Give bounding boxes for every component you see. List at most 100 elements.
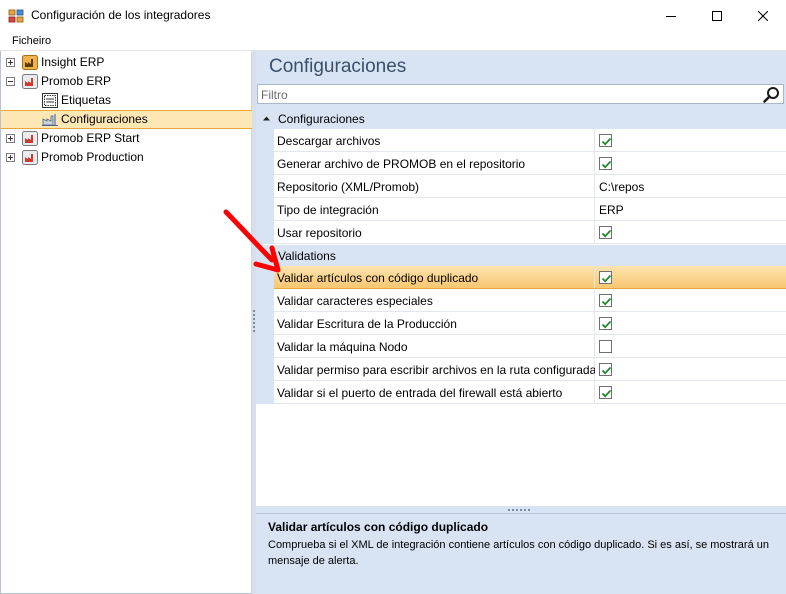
category-header[interactable]: Configuraciones	[256, 108, 786, 129]
tree-item-insight-erp[interactable]: Insight ERP	[1, 53, 252, 72]
annotation-arrow-icon	[223, 209, 281, 273]
app-icon	[8, 9, 24, 23]
title-bar: Configuración de los integradores	[0, 0, 786, 31]
label-sheet-icon	[42, 93, 58, 108]
property-value[interactable]: C:\repos	[595, 175, 786, 198]
category-header[interactable]: Validations	[256, 245, 786, 266]
property-name[interactable]: Validar permiso para escribir archivos e…	[274, 358, 597, 381]
configuration-panel: Configuraciones Configuraciones Descarga…	[256, 51, 786, 594]
property-value[interactable]	[595, 381, 786, 404]
expand-icon[interactable]	[6, 134, 15, 143]
checkbox[interactable]	[599, 294, 612, 307]
tree-item-configuraciones[interactable]: Configuraciones	[1, 110, 252, 129]
splitter-grip-icon[interactable]	[253, 310, 255, 332]
checkmark-icon	[601, 274, 612, 283]
property-row[interactable]: Generar archivo de PROMOB en el reposito…	[256, 152, 786, 175]
property-value[interactable]	[595, 335, 786, 358]
tree-item-promob-erp-start[interactable]: Promob ERP Start	[1, 129, 252, 148]
factory-icon	[22, 74, 38, 89]
tree-item-label: Configuraciones	[61, 112, 148, 126]
splitter-grip-icon[interactable]	[508, 509, 530, 511]
property-row[interactable]: Validar permiso para escribir archivos e…	[256, 358, 786, 381]
row-gutter	[256, 381, 274, 404]
checkmark-icon	[601, 137, 612, 146]
row-gutter	[256, 335, 274, 358]
property-name[interactable]: Validar artículos con código duplicado	[274, 266, 595, 289]
checkbox[interactable]	[599, 340, 612, 353]
minimize-button[interactable]	[648, 0, 694, 31]
property-value[interactable]: ERP	[595, 198, 786, 221]
property-row[interactable]: Validar la máquina Nodo	[256, 335, 786, 358]
property-value[interactable]	[595, 312, 786, 335]
factory-icon	[22, 131, 38, 146]
tree-item-label: Etiquetas	[61, 93, 112, 107]
maximize-button[interactable]	[694, 0, 740, 31]
property-name[interactable]: Tipo de integración	[274, 198, 595, 221]
property-row[interactable]: Tipo de integración ERP	[256, 198, 786, 221]
description-text: Comprueba si el XML de integración conti…	[268, 539, 769, 567]
checkbox[interactable]	[599, 386, 612, 399]
tree-item-label: Promob ERP Start	[41, 131, 140, 145]
property-name-text: Validar artículos con código duplicado	[277, 271, 479, 285]
filter-input[interactable]	[261, 87, 751, 102]
property-row[interactable]: Usar repositorio	[256, 221, 786, 244]
tree-item-etiquetas[interactable]: Etiquetas	[1, 91, 252, 110]
factory-icon	[22, 150, 38, 165]
property-value[interactable]	[595, 266, 786, 289]
maximize-icon	[712, 10, 722, 21]
property-grid: Configuraciones Descargar archivos Gener…	[256, 108, 786, 506]
close-button[interactable]	[740, 0, 786, 31]
property-name[interactable]: Validar caracteres especiales	[274, 289, 595, 312]
search-icon[interactable]	[763, 86, 780, 103]
tree-item-promob-production[interactable]: Promob Production	[1, 148, 252, 167]
property-name[interactable]: Repositorio (XML/Promob)	[274, 175, 595, 198]
checkbox[interactable]	[599, 157, 612, 170]
property-name[interactable]: Descargar archivos	[274, 129, 595, 152]
chevron-up-icon[interactable]	[262, 114, 271, 123]
property-value[interactable]	[595, 129, 786, 152]
row-gutter	[256, 175, 274, 198]
property-name[interactable]: Validar la máquina Nodo	[274, 335, 595, 358]
expand-icon[interactable]	[6, 58, 15, 67]
property-row[interactable]: Validar Escritura de la Producción	[256, 312, 786, 335]
property-row[interactable]: Repositorio (XML/Promob) C:\repos	[256, 175, 786, 198]
property-name[interactable]: Validar si el puerto de entrada del fire…	[274, 381, 595, 404]
property-name-text: Validar permiso para escribir archivos e…	[277, 363, 597, 377]
property-value-text: C:\repos	[599, 180, 645, 194]
property-name[interactable]: Generar archivo de PROMOB en el reposito…	[274, 152, 595, 175]
property-name-text: Validar la máquina Nodo	[277, 340, 408, 354]
tree-item-promob-erp[interactable]: Promob ERP	[1, 72, 252, 91]
property-name[interactable]: Validar Escritura de la Producción	[274, 312, 595, 335]
tree-item-label: Promob ERP	[41, 74, 112, 88]
checkmark-icon	[601, 229, 612, 238]
property-value[interactable]	[595, 221, 786, 244]
checkbox[interactable]	[599, 317, 612, 330]
checkbox[interactable]	[599, 226, 612, 239]
collapse-icon[interactable]	[6, 77, 15, 86]
property-value[interactable]	[595, 289, 786, 312]
property-value[interactable]	[595, 152, 786, 175]
description-title: Validar artículos con código duplicado	[268, 520, 489, 534]
property-name[interactable]: Usar repositorio	[274, 221, 595, 244]
checkbox[interactable]	[599, 271, 612, 284]
checkbox[interactable]	[599, 134, 612, 147]
property-value-text: ERP	[599, 203, 624, 217]
expand-icon[interactable]	[6, 153, 15, 162]
category-label: Configuraciones	[278, 112, 365, 126]
factory-icon	[22, 55, 38, 70]
property-name-text: Tipo de integración	[277, 203, 379, 217]
property-row[interactable]: Validar caracteres especiales	[256, 289, 786, 312]
property-name-text: Validar si el puerto de entrada del fire…	[277, 386, 563, 400]
category-label: Validations	[278, 249, 336, 263]
description-panel: Validar artículos con código duplicado C…	[256, 513, 786, 594]
page-title: Configuraciones	[269, 56, 407, 77]
property-row[interactable]: Validar artículos con código duplicado	[256, 266, 786, 289]
property-value[interactable]	[595, 358, 786, 381]
checkbox[interactable]	[599, 363, 612, 376]
property-row[interactable]: Validar si el puerto de entrada del fire…	[256, 381, 786, 404]
property-row[interactable]: Descargar archivos	[256, 129, 786, 152]
property-name-text: Validar Escritura de la Producción	[277, 317, 457, 331]
menu-ficheiro[interactable]: Ficheiro	[12, 35, 51, 47]
checkmark-icon	[601, 160, 612, 169]
property-name-text: Descargar archivos	[277, 134, 381, 148]
